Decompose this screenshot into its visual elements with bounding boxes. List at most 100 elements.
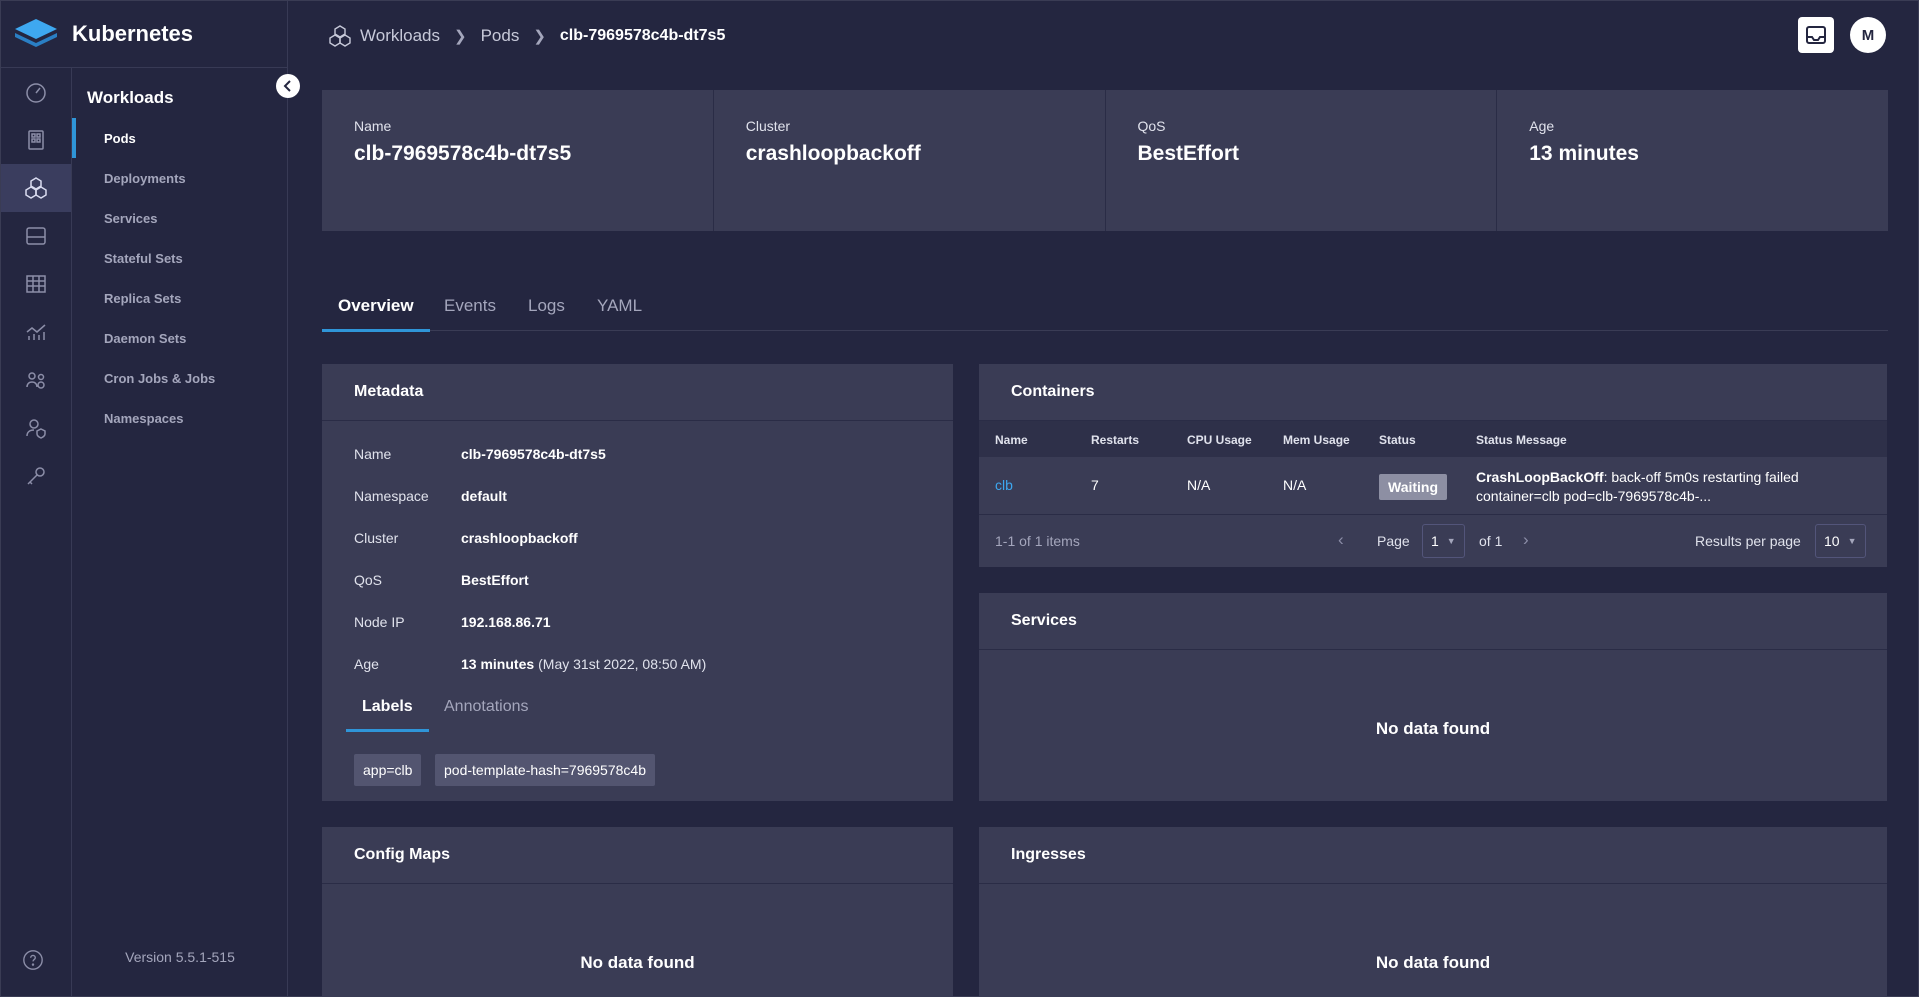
page-select[interactable]: 1 ▼ [1422, 524, 1465, 558]
column-header[interactable]: Name [995, 433, 1028, 447]
per-page-select[interactable]: 10 ▼ [1815, 524, 1866, 558]
chevron-right-icon[interactable]: › [1523, 530, 1529, 550]
cluster-icon [28, 130, 44, 150]
panel-title: Config Maps [322, 827, 953, 884]
empty-state: No data found [1375, 953, 1491, 972]
tab-yaml[interactable]: YAML [581, 291, 658, 331]
collapse-sidebar-button[interactable] [276, 74, 300, 98]
column-header[interactable]: Status [1379, 433, 1416, 447]
kubernetes-logo-icon [15, 19, 57, 47]
inbox-button[interactable] [1798, 17, 1834, 53]
breadcrumb-pods[interactable]: Pods [481, 26, 520, 46]
page-label: Page [1377, 533, 1410, 549]
summary-label: Name [354, 118, 392, 134]
page-of-label: of 1 [1479, 533, 1503, 549]
tab-overview[interactable]: Overview [322, 291, 430, 332]
panel-title: Services [979, 593, 1887, 650]
detail-tabs: Overview Events Logs YAML [322, 291, 1888, 332]
table-row: clb 7 N/A N/A Waiting CrashLoopBackOff: … [979, 457, 1887, 515]
summary-value: clb-7969578c4b-dt7s5 [354, 142, 572, 165]
caret-down-icon: ▼ [1446, 536, 1456, 546]
panel-title: Containers [979, 364, 1887, 421]
summary-bar: Name clb-7969578c4b-dt7s5 Cluster crashl… [322, 90, 1888, 231]
rail-monitoring[interactable] [1, 308, 71, 356]
nav-item-daemon-sets[interactable]: Daemon Sets [72, 318, 287, 358]
meta-key: Cluster [354, 530, 399, 546]
container-name-link[interactable]: clb [995, 477, 1013, 493]
nav-item-services[interactable]: Services [72, 198, 287, 238]
summary-value: crashloopbackoff [745, 142, 921, 165]
storage-icon [26, 227, 46, 245]
caret-down-icon: ▼ [1847, 536, 1857, 546]
containers-panel: Containers Name Restarts CPU Usage Mem U… [979, 364, 1887, 567]
chevron-right-icon: ❯ [454, 28, 467, 45]
rail-dashboard[interactable] [1, 68, 71, 116]
ingresses-panel: Ingresses No data found [979, 827, 1887, 997]
breadcrumb-current: clb-7969578c4b-dt7s5 [559, 27, 726, 44]
nav-item-namespaces[interactable]: Namespaces [72, 398, 287, 438]
config-maps-panel: Config Maps No data found [322, 827, 953, 997]
monitoring-icon [26, 324, 46, 340]
tab-logs[interactable]: Logs [512, 291, 581, 331]
help-button[interactable] [22, 949, 44, 971]
nav-item-deployments[interactable]: Deployments [72, 158, 287, 198]
rail-key[interactable] [1, 452, 71, 500]
tab-events[interactable]: Events [428, 291, 512, 331]
status-badge: Waiting [1379, 474, 1448, 500]
icon-rail [1, 68, 72, 996]
dashboard-icon [26, 83, 46, 103]
meta-key: Age [354, 656, 379, 672]
breadcrumb-workloads[interactable]: Workloads [360, 26, 440, 46]
table-icon [26, 275, 46, 293]
column-header[interactable]: Status Message [1476, 433, 1567, 447]
app-logo[interactable]: Kubernetes [1, 1, 288, 68]
meta-row-age: Age 13 minutes (May 31st 2022, 08:50 AM) [354, 656, 706, 672]
metadata-panel: Metadata Name clb-7969578c4b-dt7s5 Names… [322, 364, 953, 801]
label-chip: app=clb [354, 754, 422, 786]
panel-title: Ingresses [979, 827, 1887, 884]
rail-access[interactable] [1, 404, 71, 452]
nav-item-stateful-sets[interactable]: Stateful Sets [72, 238, 287, 278]
mem-cell: N/A [1283, 477, 1307, 493]
help-icon [23, 950, 43, 970]
nav-item-pods[interactable]: Pods [72, 118, 287, 158]
breadcrumb: Workloads ❯ Pods ❯ clb-7969578c4b-dt7s5 [328, 23, 725, 49]
meta-value: crashloopbackoff [461, 530, 578, 546]
chevron-left-icon [283, 80, 291, 92]
column-header[interactable]: CPU Usage [1187, 433, 1252, 447]
tab-annotations[interactable]: Annotations [428, 698, 545, 732]
meta-value: 13 minutes [461, 656, 535, 672]
summary-label: QoS [1137, 118, 1166, 134]
rail-cluster[interactable] [1, 116, 71, 164]
meta-value-timestamp: (May 31st 2022, 08:50 AM) [538, 656, 707, 672]
nav-item-replica-sets[interactable]: Replica Sets [72, 278, 287, 318]
status-message: CrashLoopBackOff: back-off 5m0s restarti… [1476, 468, 1806, 506]
meta-key: Node IP [354, 614, 405, 630]
nav-item-cron-jobs[interactable]: Cron Jobs & Jobs [72, 358, 287, 398]
tab-labels[interactable]: Labels [346, 698, 429, 732]
summary-value: BestEffort [1137, 142, 1240, 165]
rail-storage[interactable] [1, 212, 71, 260]
user-avatar[interactable]: M [1850, 17, 1886, 53]
key-icon [27, 467, 45, 485]
summary-card-name: Name clb-7969578c4b-dt7s5 [322, 90, 714, 231]
table-header: Name Restarts CPU Usage Mem Usage Status… [979, 421, 1887, 457]
column-header[interactable]: Restarts [1091, 433, 1139, 447]
meta-row-qos: QoS BestEffort [354, 572, 529, 588]
services-panel: Services No data found [979, 593, 1887, 801]
panel-title: Metadata [322, 364, 953, 421]
meta-value: BestEffort [461, 572, 529, 588]
summary-value: 13 minutes [1529, 142, 1639, 165]
rail-users[interactable] [1, 356, 71, 404]
workloads-icon [329, 25, 351, 47]
pagination: 1-1 of 1 items ‹ Page 1 ▼ of 1 › Results… [979, 515, 1887, 567]
empty-state: No data found [1375, 719, 1491, 738]
rail-workloads[interactable] [1, 164, 71, 212]
rail-table[interactable] [1, 260, 71, 308]
chevron-left-icon[interactable]: ‹ [1338, 530, 1344, 550]
column-header[interactable]: Mem Usage [1283, 433, 1350, 447]
summary-card-age: Age 13 minutes [1497, 90, 1888, 231]
meta-row-node-ip: Node IP 192.168.86.71 [354, 614, 551, 630]
app-title: Kubernetes [72, 21, 194, 46]
meta-value: default [461, 488, 507, 504]
